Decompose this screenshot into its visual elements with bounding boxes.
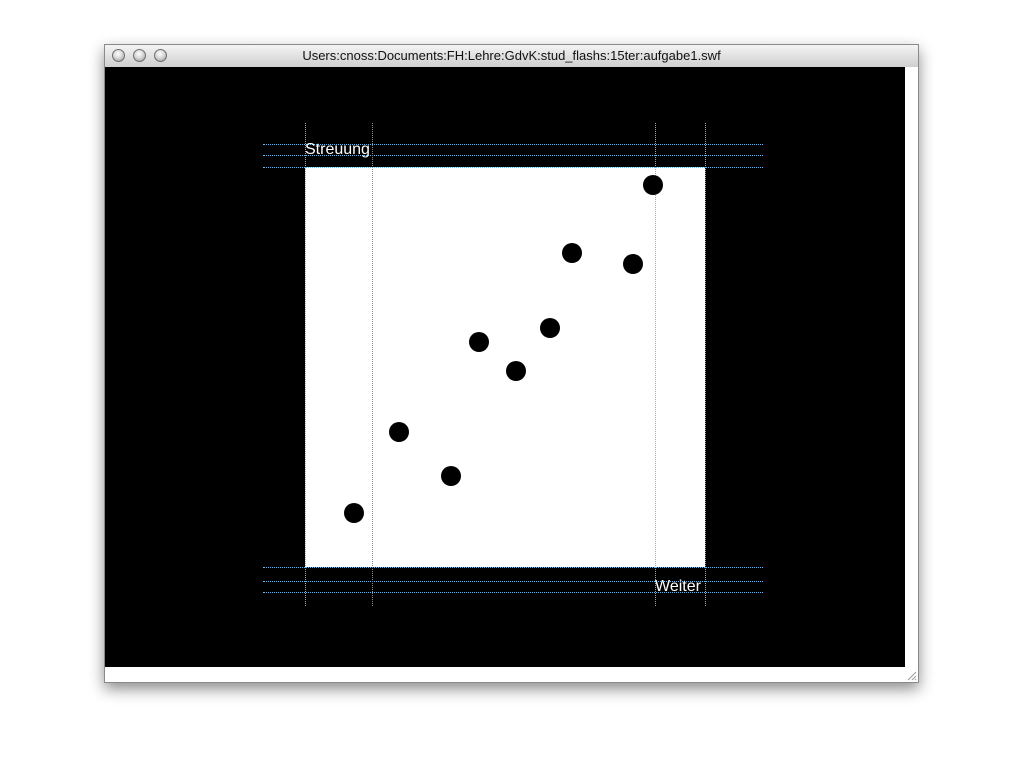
window-titlebar[interactable]: Users:cnoss:Documents:FH:Lehre:GdvK:stud…: [105, 45, 918, 68]
guide-line-v: [372, 123, 373, 606]
scatter-dot[interactable]: [389, 422, 409, 442]
guide-line-h: [263, 567, 763, 568]
scatter-dot[interactable]: [344, 503, 364, 523]
guide-line-h: [263, 167, 763, 168]
resize-grip-icon[interactable]: [905, 669, 917, 681]
scatter-dot[interactable]: [506, 361, 526, 381]
scatter-dot[interactable]: [562, 243, 582, 263]
scatter-dot[interactable]: [441, 466, 461, 486]
flash-player-window: Users:cnoss:Documents:FH:Lehre:GdvK:stud…: [104, 44, 919, 683]
guide-line-v: [705, 123, 706, 606]
guide-line-v: [305, 123, 306, 606]
guide-line-v: [655, 123, 656, 606]
bottom-scroll-area: [105, 667, 918, 682]
scatter-dot[interactable]: [540, 318, 560, 338]
scatter-dot[interactable]: [643, 175, 663, 195]
streuung-label: Streuung: [305, 141, 370, 158]
right-scroll-area: [905, 67, 918, 667]
scatter-canvas: [305, 167, 705, 567]
window-title: Users:cnoss:Documents:FH:Lehre:GdvK:stud…: [302, 48, 721, 63]
scatter-dot[interactable]: [469, 332, 489, 352]
weiter-link[interactable]: Weiter: [655, 578, 701, 596]
flash-stage[interactable]: Streuung Weiter: [105, 67, 905, 667]
scatter-dot[interactable]: [623, 254, 643, 274]
